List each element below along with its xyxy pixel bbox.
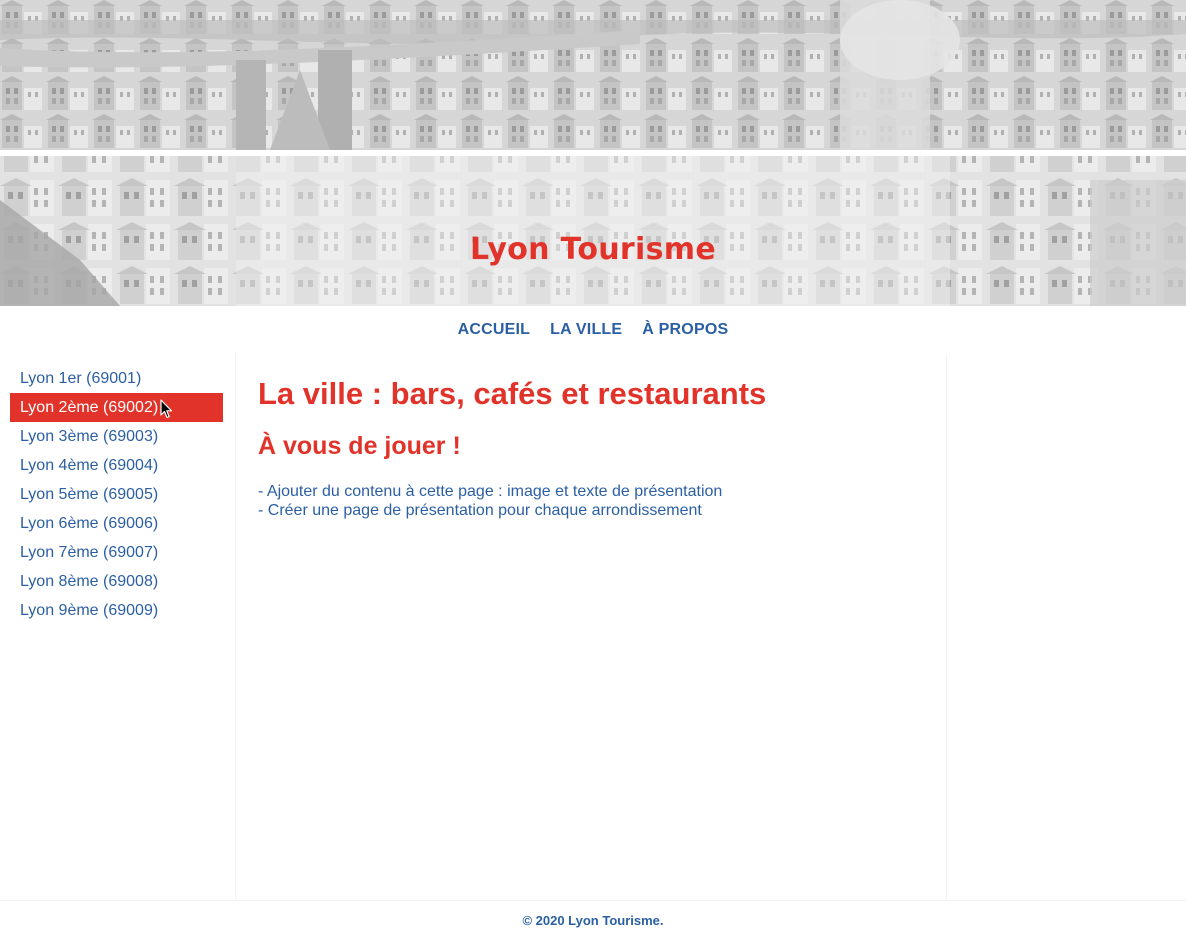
right-column [946,354,1186,900]
sidebar-item-lyon-2[interactable]: Lyon 2ème (69002) [10,393,223,422]
sidebar-item-lyon-1[interactable]: Lyon 1er (69001) [10,364,223,393]
site-title: Lyon Tourisme [470,232,716,267]
instructions: - Ajouter du contenu à cette page : imag… [258,482,925,520]
footer: © 2020 Lyon Tourisme. [0,900,1186,939]
sidebar-item-lyon-7[interactable]: Lyon 7ème (69007) [10,538,223,567]
sidebar-item-lyon-5[interactable]: Lyon 5ème (69005) [10,480,223,509]
instruction-line: - Créer une page de présentation pour ch… [258,502,702,519]
sidebar-item-lyon-3[interactable]: Lyon 3ème (69003) [10,422,223,451]
sidebar-item-lyon-9[interactable]: Lyon 9ème (69009) [10,596,223,625]
nav-item-a-propos[interactable]: À PROPOS [642,321,728,339]
sidebar-item-lyon-8[interactable]: Lyon 8ème (69008) [10,567,223,596]
nav-item-la-ville[interactable]: LA VILLE [550,321,622,339]
nav-item-accueil[interactable]: ACCUEIL [458,321,531,339]
sidebar-item-lyon-4[interactable]: Lyon 4ème (69004) [10,451,223,480]
sidebar: Lyon 1er (69001) Lyon 2ème (69002) Lyon … [0,354,236,900]
instruction-line: - Ajouter du contenu à cette page : imag… [258,483,723,500]
page-subtitle: À vous de jouer ! [258,432,461,460]
main-content: La ville : bars, cafés et restaurants À … [237,354,946,900]
page-title: La ville : bars, cafés et restaurants [258,376,767,411]
header-banner: Lyon Tourisme [0,0,1186,306]
main-nav: ACCUEIL LA VILLE À PROPOS [0,306,1186,354]
copyright-text: © 2020 Lyon Tourisme. [522,913,664,928]
sidebar-item-lyon-6[interactable]: Lyon 6ème (69006) [10,509,223,538]
